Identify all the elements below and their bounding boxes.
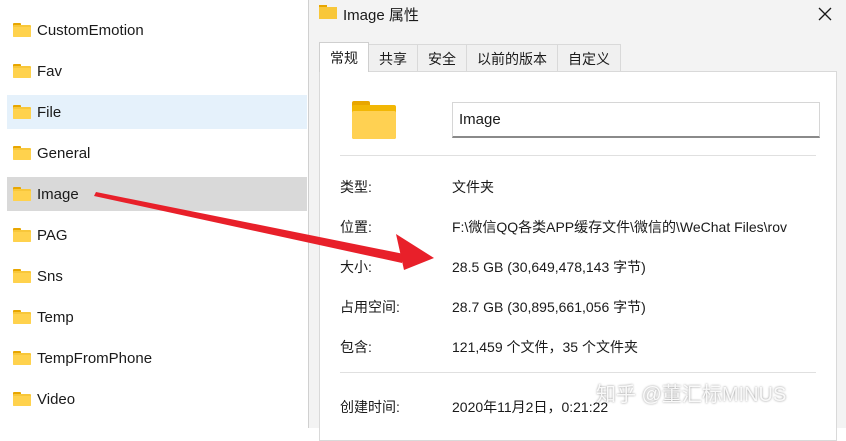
folder-icon bbox=[13, 187, 31, 201]
location-label: 位置: bbox=[340, 219, 372, 235]
folder-label: Temp bbox=[37, 308, 74, 326]
location-value: F:\微信QQ各类APP缓存文件\微信的\WeChat Files\rov bbox=[452, 219, 788, 235]
contains-value: 121,459 个文件，35 个文件夹 bbox=[452, 339, 638, 355]
dialog-title: Image 属性 bbox=[343, 7, 419, 24]
contains-label: 包含: bbox=[340, 339, 372, 355]
tab-strip: 常规 共享 安全 以前的版本 自定义 bbox=[319, 42, 621, 72]
type-label: 类型: bbox=[340, 179, 372, 195]
folder-icon bbox=[13, 64, 31, 78]
tab-customize[interactable]: 自定义 bbox=[557, 44, 621, 72]
folder-icon bbox=[13, 146, 31, 160]
folder-icon bbox=[13, 23, 31, 37]
folder-item-video[interactable]: Video bbox=[7, 382, 307, 416]
folder-item-general[interactable]: General bbox=[7, 136, 307, 170]
folder-icon bbox=[13, 392, 31, 406]
large-folder-icon bbox=[352, 101, 396, 139]
watermark: 知乎 @董汇标MINUS bbox=[596, 384, 787, 406]
title-bar[interactable]: Image 属性 bbox=[309, 0, 846, 28]
folder-item-image[interactable]: Image bbox=[7, 177, 307, 211]
created-label: 创建时间: bbox=[340, 399, 400, 415]
type-value: 文件夹 bbox=[452, 179, 494, 195]
folder-label: Fav bbox=[37, 62, 63, 80]
divider bbox=[340, 372, 816, 373]
folder-label: PAG bbox=[37, 226, 68, 244]
folder-item-customemotion[interactable]: CustomEmotion bbox=[7, 13, 307, 47]
folder-item-pag[interactable]: PAG bbox=[7, 218, 307, 252]
properties-dialog: Image 属性 常规 共享 安全 以前的版本 自定义 类型: 文件夹 位置: … bbox=[308, 0, 846, 441]
size-on-disk-value: 28.7 GB (30,895,661,056 字节) bbox=[452, 299, 646, 315]
folder-item-fav[interactable]: Fav bbox=[7, 54, 307, 88]
folder-icon bbox=[13, 310, 31, 324]
size-label: 大小: bbox=[340, 259, 372, 275]
folder-icon bbox=[319, 5, 337, 19]
folder-name-input[interactable] bbox=[452, 102, 820, 138]
folder-list: CustomEmotion Fav File General Image PAG… bbox=[0, 0, 308, 428]
folder-label: TempFromPhone bbox=[37, 349, 153, 367]
folder-item-temp[interactable]: Temp bbox=[7, 300, 307, 334]
tab-sharing[interactable]: 共享 bbox=[368, 44, 418, 72]
folder-icon bbox=[13, 228, 31, 242]
folder-icon bbox=[13, 269, 31, 283]
tab-general[interactable]: 常规 bbox=[319, 42, 369, 72]
folder-label: Video bbox=[37, 390, 76, 408]
size-value: 28.5 GB (30,649,478,143 字节) bbox=[452, 259, 646, 275]
divider bbox=[340, 155, 816, 156]
size-on-disk-label: 占用空间: bbox=[340, 299, 400, 315]
folder-icon bbox=[13, 351, 31, 365]
folder-label: File bbox=[37, 103, 62, 121]
tab-previous-versions[interactable]: 以前的版本 bbox=[466, 44, 558, 72]
folder-label: Image bbox=[37, 185, 79, 203]
folder-icon bbox=[13, 105, 31, 119]
folder-label: General bbox=[37, 144, 91, 162]
folder-item-tempfromphone[interactable]: TempFromPhone bbox=[7, 341, 307, 375]
folder-label: Sns bbox=[37, 267, 63, 285]
tab-security[interactable]: 安全 bbox=[417, 44, 467, 72]
close-button[interactable] bbox=[803, 0, 846, 28]
close-icon bbox=[818, 7, 832, 21]
folder-label: CustomEmotion bbox=[37, 21, 144, 39]
folder-item-sns[interactable]: Sns bbox=[7, 259, 307, 293]
folder-item-file[interactable]: File bbox=[7, 95, 307, 129]
